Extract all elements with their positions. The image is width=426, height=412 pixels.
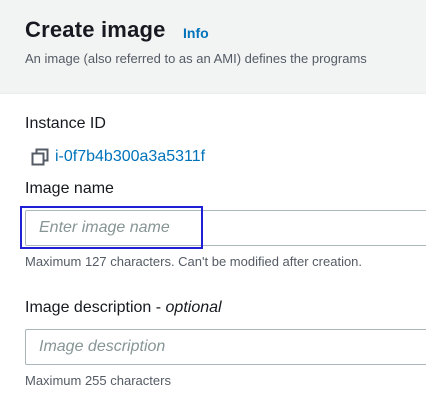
image-description-label: Image description - optional bbox=[25, 299, 222, 317]
instance-id-link[interactable]: i-0f7b4b300a3a5311f bbox=[55, 148, 205, 166]
image-description-hint: Maximum 255 characters bbox=[25, 373, 171, 388]
image-description-label-text: Image description - bbox=[25, 299, 166, 316]
image-description-input[interactable] bbox=[25, 329, 426, 365]
image-name-label: Image name bbox=[25, 180, 114, 197]
optional-label: optional bbox=[165, 299, 222, 316]
copy-icon[interactable] bbox=[31, 148, 49, 166]
instance-id-row: i-0f7b4b300a3a5311f bbox=[31, 146, 205, 168]
page-title: Create image bbox=[25, 17, 166, 42]
info-link[interactable]: Info bbox=[183, 25, 209, 41]
page-header: Create image Info An image (also referre… bbox=[0, 0, 426, 94]
page-description: An image (also referred to as an AMI) de… bbox=[25, 51, 367, 66]
instance-id-label: Instance ID bbox=[25, 115, 106, 132]
image-name-input[interactable] bbox=[25, 210, 426, 246]
image-name-hint: Maximum 127 characters. Can't be modifie… bbox=[25, 254, 363, 269]
